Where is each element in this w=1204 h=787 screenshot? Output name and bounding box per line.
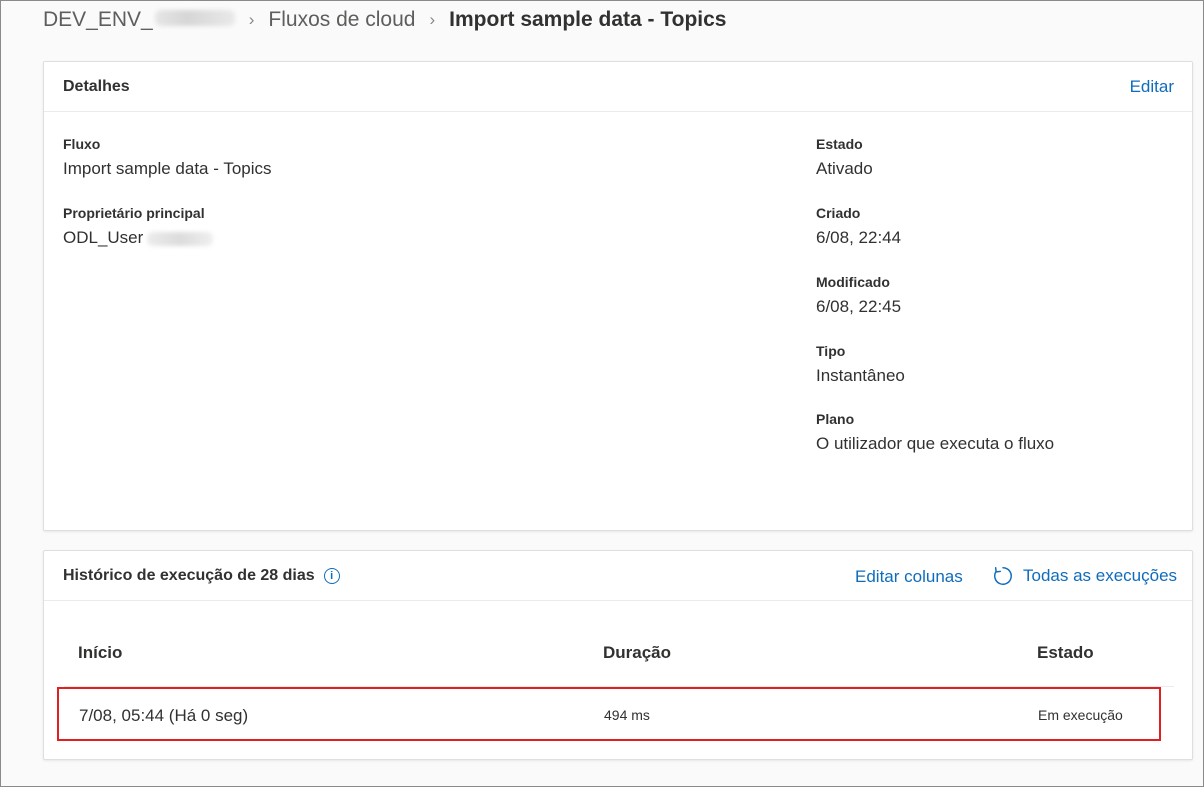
column-header-start[interactable]: Início [78,643,122,663]
state-value: Ativado [816,159,873,178]
owner-label: Proprietário principal [63,205,205,221]
modified-value: 6/08, 22:45 [816,297,902,316]
modified-label: Modificado [816,274,890,290]
column-header-status[interactable]: Estado [1037,643,1094,663]
redacted-text [154,10,235,26]
refresh-icon [994,567,1012,585]
details-header: Detalhes Editar [44,62,1192,112]
edit-details-link[interactable]: Editar [1130,77,1174,97]
column-header-duration[interactable]: Duração [603,643,671,663]
run-history-card: Histórico de execução de 28 dias i Edita… [43,550,1193,760]
run-history-header: Histórico de execução de 28 dias i Edita… [44,551,1192,601]
owner-value: ODL_User [63,228,214,248]
all-runs-link[interactable]: Todas as execuções [992,565,1177,587]
info-icon[interactable]: i [323,568,340,584]
created-label: Criado [816,205,861,221]
run-duration-cell: 494 ms [604,707,650,723]
details-card: Detalhes Editar Fluxo Import sample data… [43,61,1193,531]
breadcrumb-environment-label: DEV_ENV_ [43,8,153,31]
breadcrumb-environment[interactable]: DEV_ENV_ [43,8,235,32]
plan-label: Plano [816,411,855,427]
created-value: 6/08, 22:44 [816,228,902,247]
redacted-text [147,231,214,246]
owner-name: ODL_User [63,228,144,247]
plan-value: O utilizador que executa o fluxo [816,434,1055,453]
run-start-cell[interactable]: 7/08, 05:44 (Há 0 seg) [79,706,248,726]
type-value: Instantâneo [816,366,905,385]
all-runs-label: Todas as execuções [1023,566,1178,585]
details-title: Detalhes [63,78,130,95]
edit-columns-link[interactable]: Editar colunas [855,567,963,587]
breadcrumb-cloud-flows[interactable]: Fluxos de cloud [268,8,415,32]
type-label: Tipo [816,343,846,359]
flow-value: Import sample data - Topics [63,159,272,178]
run-status-cell: Em execução [1038,707,1123,723]
state-label: Estado [816,136,863,152]
chevron-right-icon: › [248,10,255,29]
chevron-right-icon: › [429,10,436,29]
flow-label: Fluxo [63,136,101,152]
run-history-title-wrap: Histórico de execução de 28 dias i [63,567,340,585]
breadcrumb-current-flow: Import sample data - Topics [449,8,727,31]
table-row[interactable]: 7/08, 05:44 (Há 0 seg) 494 ms Em execuçã… [57,687,1161,741]
run-history-title: Histórico de execução de 28 dias [63,567,315,584]
breadcrumb: DEV_ENV_ › Fluxos de cloud › Import samp… [43,6,726,34]
